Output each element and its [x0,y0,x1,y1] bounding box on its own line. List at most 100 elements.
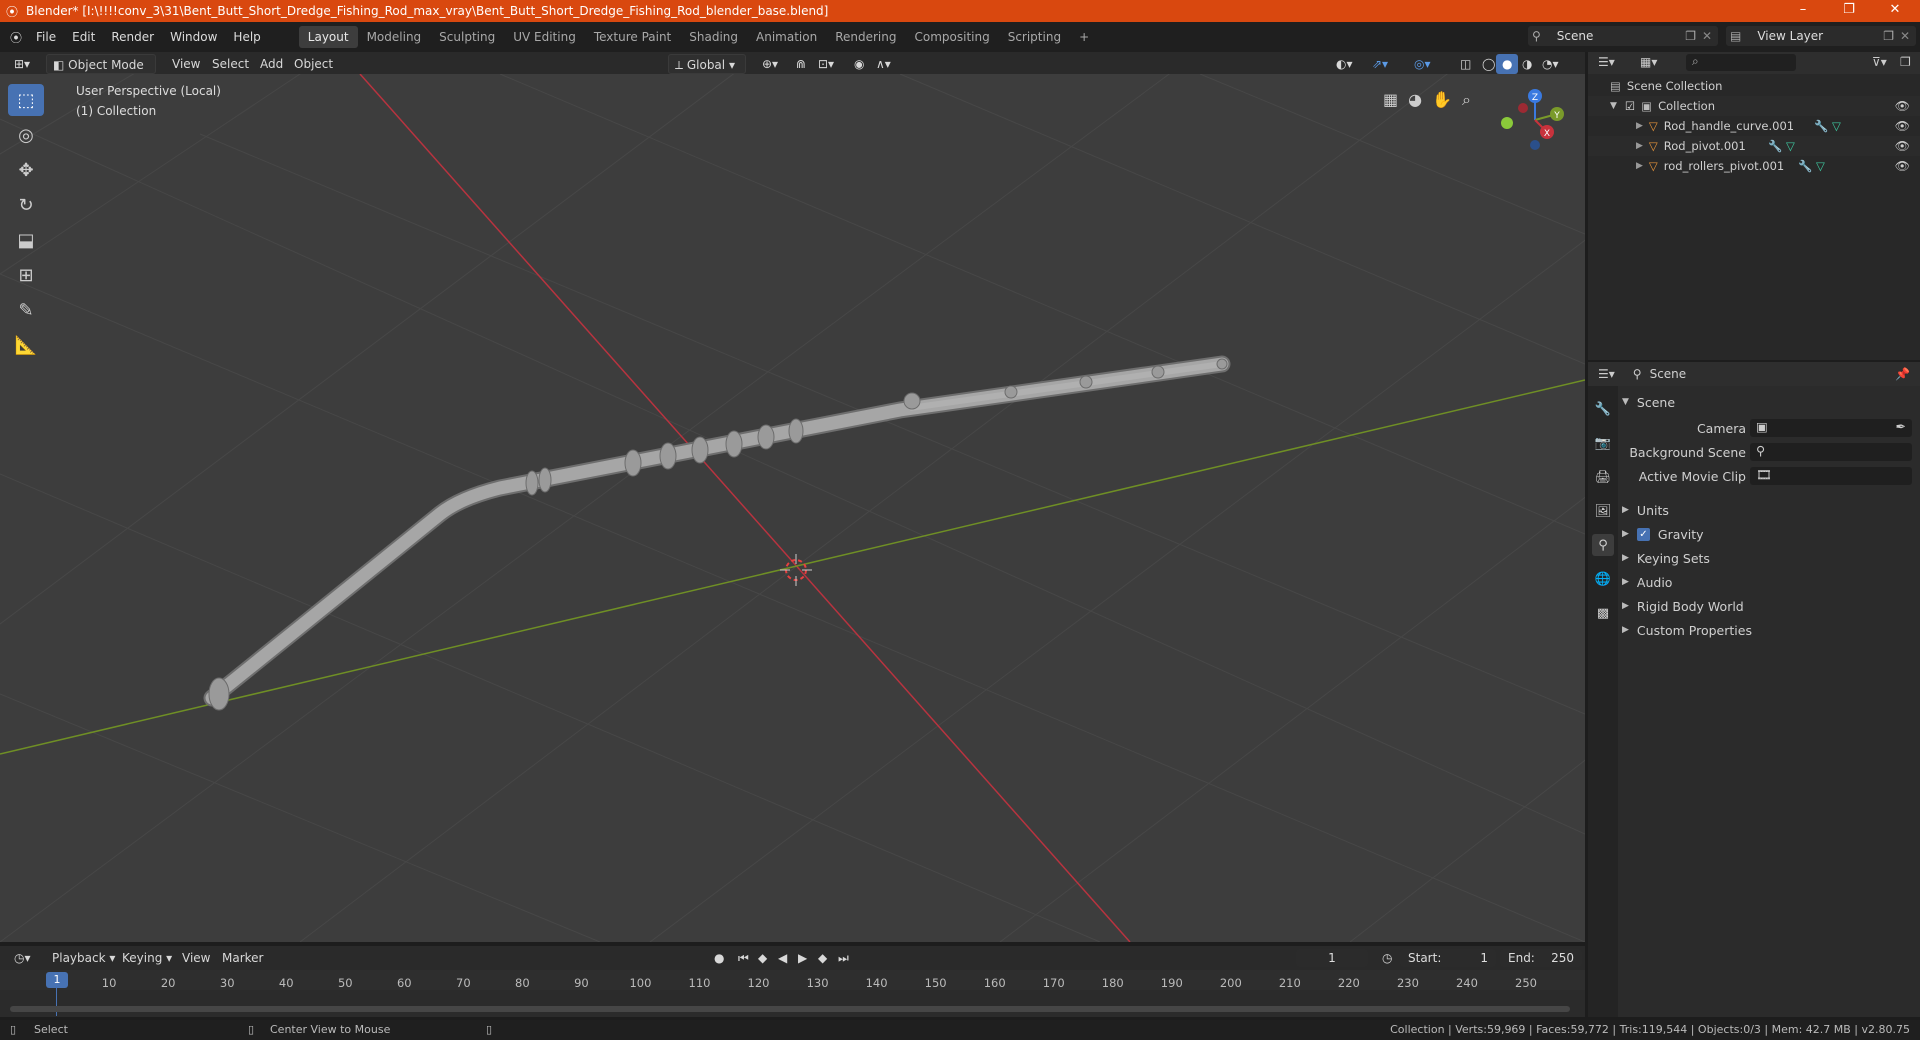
filter-icon[interactable]: ⊽▾ [1872,55,1887,69]
editor-type-icon[interactable]: ⊞▾ [8,54,36,74]
new-view-layer-icon[interactable]: ❐ [1883,29,1894,43]
fishing-rod-model[interactable] [203,355,1231,711]
falloff-icon[interactable]: ∧▾ [870,54,897,74]
visibility-icon[interactable]: ◐▾ [1330,54,1359,74]
tab-shading[interactable]: Shading [680,26,747,48]
camera-field[interactable]: ▣ ✒ [1750,419,1912,437]
eye-icon[interactable]: 👁 [1895,119,1910,133]
cursor-tool-icon[interactable]: ◎ [8,119,44,151]
start-frame-field[interactable]: Start: 1 [1400,949,1496,967]
record-icon[interactable]: ● [708,948,730,968]
play-icon[interactable]: ▶ [792,948,813,968]
gravity-checkbox[interactable]: ✓ [1636,527,1650,541]
outliner-search-input[interactable]: ⌕ [1686,54,1796,71]
tab-animation[interactable]: Animation [747,26,826,48]
snap-icon[interactable]: ⋒ [790,54,812,74]
menu-view[interactable]: View [166,54,206,74]
tab-uv-editing[interactable]: UV Editing [504,26,585,48]
proportional-edit-icon[interactable]: ◉ [848,54,870,74]
expand-arrow-icon[interactable]: ▶ [1636,161,1643,171]
play-reverse-icon[interactable]: ◀ [772,948,793,968]
remove-view-layer-icon[interactable]: ✕ [1900,29,1910,43]
remove-scene-icon[interactable]: ✕ [1702,29,1712,43]
outliner-row-collection[interactable]: ▼ ☑ ▣ Collection 👁 [1588,96,1920,116]
playback-menu[interactable]: Playback ▾ [46,948,121,968]
keying-menu[interactable]: Keying ▾ [116,948,178,968]
current-frame-field[interactable]: 1 [1296,949,1368,967]
gizmo-toggle-icon[interactable]: ⇗▾ [1366,54,1394,74]
tab-layout[interactable]: Layout [298,26,358,48]
frame-ruler[interactable]: 1102030405060708090100110120130140150160… [0,970,1585,990]
menu-select[interactable]: Select [206,54,255,74]
select-box-tool-icon[interactable]: ⬚ [8,84,44,116]
menu-add[interactable]: Add [254,54,289,74]
mesh-data-icon[interactable]: ▽ [1816,159,1825,173]
expand-arrow-icon[interactable]: ▶ [1636,141,1643,151]
jump-end-icon[interactable]: ⏭ [832,948,855,968]
menu-help[interactable]: Help [225,26,268,48]
timeline-scrollbar[interactable] [10,1006,1570,1012]
menu-render[interactable]: Render [103,26,162,48]
eye-icon[interactable]: 👁 [1895,99,1910,113]
blender-menu-icon[interactable]: ⦿ [10,29,22,46]
scene-tab-icon[interactable]: ⚲ [1592,534,1614,556]
menu-window[interactable]: Window [162,26,225,48]
eye-icon[interactable]: 👁 [1895,139,1910,153]
audio-panel-header[interactable]: ▶ Audio [1622,570,1914,594]
next-keyframe-icon[interactable]: ◆ [812,948,833,968]
scene-panel-header[interactable]: ▼ Scene [1622,390,1914,414]
transform-tool-icon[interactable]: ⊞ [8,259,44,291]
orientation-dropdown[interactable]: ⟂ Global ▾ [668,54,746,74]
modifier-wrench-icon[interactable]: 🔧 [1798,159,1812,173]
pin-icon[interactable]: 📌 [1895,367,1910,381]
camera-view-icon[interactable]: ◕ [1408,90,1422,114]
modifier-wrench-icon[interactable]: 🔧 [1768,139,1782,153]
tab-rendering[interactable]: Rendering [826,26,905,48]
tab-scripting[interactable]: Scripting [999,26,1070,48]
annotate-tool-icon[interactable]: ✎ [8,294,44,326]
new-scene-icon[interactable]: ❐ [1685,29,1696,43]
scale-tool-icon[interactable]: ⬓ [8,224,44,256]
prev-keyframe-icon[interactable]: ◆ [752,948,773,968]
outliner-row-object[interactable]: ▶ ▽ rod_rollers_pivot.001 🔧 ▽ 👁 [1588,156,1920,176]
playhead-frame-label[interactable]: 1 [46,972,68,988]
tab-compositing[interactable]: Compositing [905,26,998,48]
navigation-gizmo[interactable]: Z Y X [1490,84,1570,164]
properties-editor-icon[interactable]: ☰▾ [1598,367,1615,381]
marker-menu[interactable]: Marker [216,948,269,968]
maximize-button[interactable]: ❐ [1826,0,1872,22]
end-frame-field[interactable]: End: 250 [1500,949,1582,967]
scene-selector[interactable]: ⚲ Scene ❐ ✕ [1528,26,1718,46]
eye-icon[interactable]: 👁 [1895,159,1910,173]
collapse-arrow-icon[interactable]: ▼ [1610,101,1617,111]
overlay-toggle-icon[interactable]: ◎▾ [1408,54,1437,74]
outliner-row-object[interactable]: ▶ ▽ Rod_handle_curve.001 🔧 ▽ 👁 [1588,116,1920,136]
menu-edit[interactable]: Edit [64,26,103,48]
minimize-button[interactable]: – [1780,0,1826,22]
move-tool-icon[interactable]: ✥ [8,154,44,186]
menu-file[interactable]: File [28,26,64,48]
background-scene-field[interactable]: ⚲ [1750,443,1912,461]
new-collection-icon[interactable]: ❐ [1900,55,1911,69]
output-tab-icon[interactable]: 🖨 [1592,466,1614,488]
collection-checkbox[interactable]: ☑ [1625,99,1635,113]
mesh-data-icon[interactable]: ▽ [1786,139,1795,153]
preview-range-clock-icon[interactable]: ◷ [1376,948,1398,968]
texture-tab-icon[interactable]: ▩ [1592,602,1614,624]
zoom-icon[interactable]: ⌕ [1462,90,1471,114]
active-movie-clip-field[interactable]: 🎞 [1750,467,1912,485]
eyedropper-icon[interactable]: ✒ [1896,419,1906,434]
measure-tool-icon[interactable]: 📐 [8,329,44,361]
timeline-area[interactable]: 1102030405060708090100110120130140150160… [0,970,1585,1017]
custom-properties-panel-header[interactable]: ▶ Custom Properties [1622,618,1914,642]
tab-sculpting[interactable]: Sculpting [430,26,504,48]
grid-view-icon[interactable]: ▦ [1383,90,1398,114]
rendered-shading-icon[interactable]: ◔▾ [1536,54,1565,74]
pivot-icon[interactable]: ⊕▾ [756,54,784,74]
render-tab-icon[interactable]: 📷 [1592,432,1614,454]
units-panel-header[interactable]: ▶ Units [1622,498,1914,522]
display-mode-icon[interactable]: ▦▾ [1640,55,1657,69]
outliner-editor-icon[interactable]: ☰▾ [1598,55,1615,69]
view-layer-selector[interactable]: ▤ View Layer ❐ ✕ [1726,26,1916,46]
gravity-panel-header[interactable]: ▶ ✓ Gravity [1622,522,1914,546]
